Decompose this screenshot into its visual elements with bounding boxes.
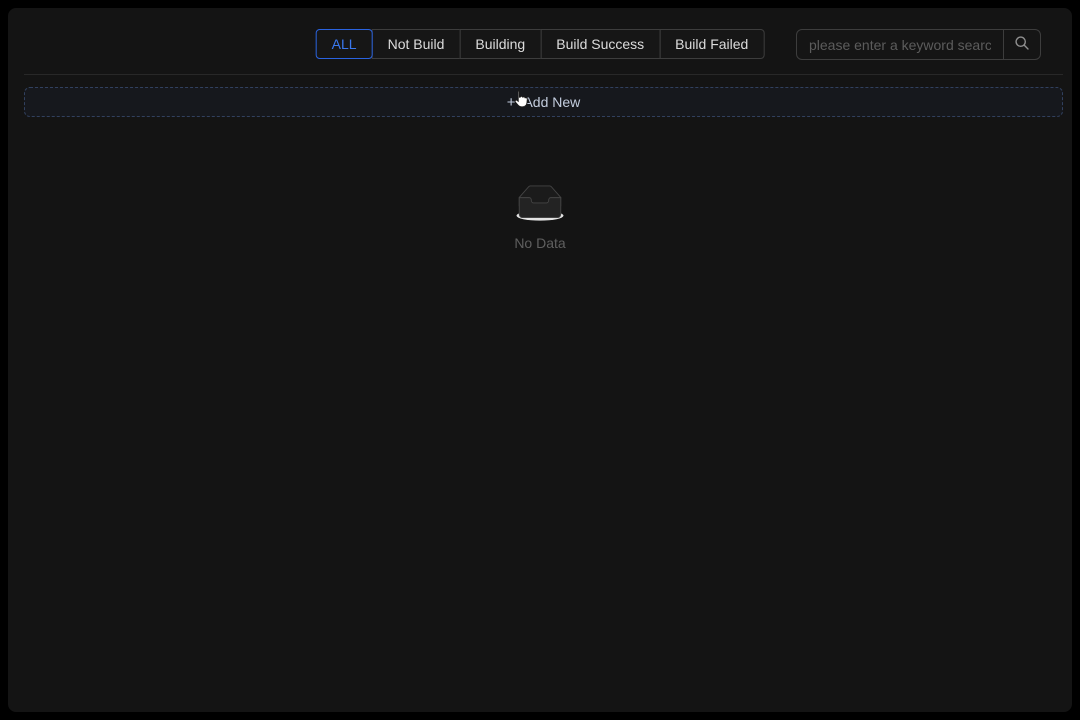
- filter-tab-all[interactable]: ALL: [316, 29, 373, 59]
- filter-tab-building[interactable]: Building: [459, 29, 541, 59]
- main-panel: ALL Not Build Building Build Success Bui…: [8, 8, 1072, 712]
- filter-header: ALL Not Build Building Build Success Bui…: [8, 8, 1072, 75]
- filter-tab-build-failed[interactable]: Build Failed: [659, 29, 764, 59]
- magnifier-icon: [1014, 35, 1030, 54]
- build-status-filter-group: ALL Not Build Building Build Success Bui…: [316, 29, 765, 59]
- filter-tab-not-build[interactable]: Not Build: [372, 29, 461, 59]
- empty-state: No Data: [8, 185, 1072, 251]
- filter-tab-build-success[interactable]: Build Success: [540, 29, 660, 59]
- search-input[interactable]: [797, 30, 1003, 59]
- plus-icon: +: [507, 95, 516, 110]
- header-divider: [24, 74, 1063, 75]
- add-new-button[interactable]: + Add New: [24, 87, 1063, 117]
- empty-box-icon: [511, 185, 569, 227]
- empty-state-label: No Data: [8, 235, 1072, 251]
- keyword-search-box: [796, 29, 1041, 60]
- add-new-label: Add New: [523, 94, 580, 110]
- search-button[interactable]: [1004, 30, 1040, 59]
